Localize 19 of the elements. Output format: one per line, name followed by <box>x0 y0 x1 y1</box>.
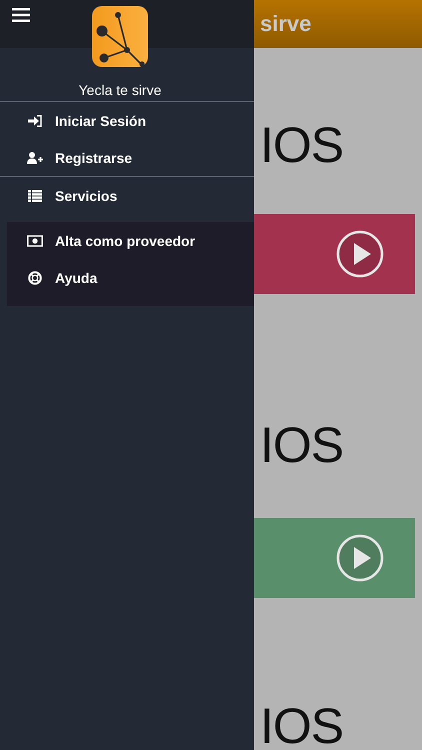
lifebuoy-icon <box>27 270 43 284</box>
menu-item[interactable]: Ayuda <box>7 259 254 296</box>
add-user-icon <box>27 152 43 164</box>
section-title: IOS <box>260 701 344 750</box>
play-icon[interactable] <box>335 533 385 583</box>
menu-item[interactable]: Iniciar Sesión <box>0 102 254 139</box>
login-icon <box>27 114 43 126</box>
logo-icon <box>92 6 148 67</box>
menu-item[interactable]: Registrarse <box>0 139 254 176</box>
money-icon <box>27 234 43 246</box>
menu-icon[interactable] <box>12 8 30 22</box>
play-icon[interactable] <box>335 229 385 279</box>
menu-item[interactable]: Alta como proveedor <box>7 222 254 259</box>
section-title: IOS <box>260 120 344 170</box>
header-title: sirve <box>260 11 312 37</box>
app-name: Yecla te sirve <box>78 81 162 99</box>
list-icon <box>27 190 43 202</box>
menu-item[interactable]: Servicios <box>0 177 254 214</box>
section-title: IOS <box>260 420 344 470</box>
